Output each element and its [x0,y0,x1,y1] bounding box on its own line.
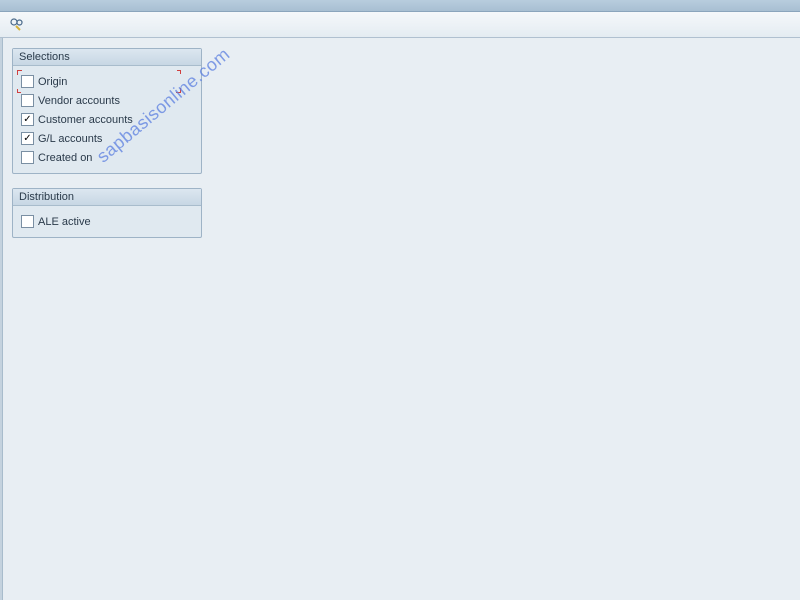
checkbox-origin[interactable] [21,75,34,88]
checkbox-label: Vendor accounts [38,95,120,107]
checkbox-label: G/L accounts [38,133,102,145]
main-content: Selections Origin Vendor accounts Custom… [0,38,800,262]
distribution-group: Distribution ALE active [12,188,202,238]
checkbox-label: Customer accounts [38,114,133,126]
checkbox-ale-active[interactable] [21,215,34,228]
checkbox-created-on[interactable] [21,151,34,164]
checkbox-vendor-accounts[interactable] [21,94,34,107]
checkbox-customer-accounts[interactable] [21,113,34,126]
selection-row-created-on[interactable]: Created on [19,148,195,167]
selections-group: Selections Origin Vendor accounts Custom… [12,48,202,174]
execute-object-icon[interactable] [8,16,26,34]
checkbox-label: Created on [38,152,92,164]
title-bar [0,0,800,12]
distribution-row-ale[interactable]: ALE active [19,212,195,231]
checkbox-label: ALE active [38,216,91,228]
checkbox-gl-accounts[interactable] [21,132,34,145]
selection-row-origin[interactable]: Origin [19,72,179,91]
selection-row-gl[interactable]: G/L accounts [19,129,195,148]
selection-row-customer[interactable]: Customer accounts [19,110,195,129]
group-header-distribution: Distribution [13,189,201,206]
group-header-selections: Selections [13,49,201,66]
toolbar [0,12,800,38]
checkbox-label: Origin [38,76,67,88]
selection-row-vendor[interactable]: Vendor accounts [19,91,195,110]
